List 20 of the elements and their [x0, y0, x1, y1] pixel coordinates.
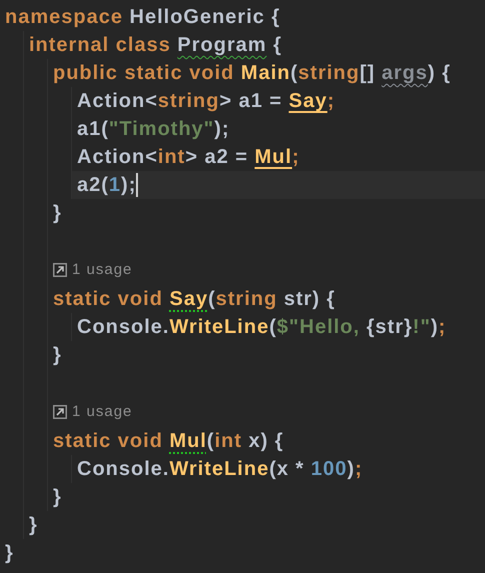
code-line: } — [52, 485, 63, 510]
usage-count-link[interactable]: 1 usage — [72, 400, 132, 424]
code-line: Action<int> a2 = Mul; — [76, 145, 301, 170]
text-caret — [136, 173, 138, 197]
jump-arrow-icon — [53, 263, 67, 277]
code-line: } — [52, 343, 63, 368]
code-line: namespace HelloGeneric { — [4, 5, 282, 30]
usage-count-link[interactable]: 1 usage — [72, 258, 132, 282]
code-line: Console.WriteLine(x * 100); — [76, 457, 364, 482]
code-line: internal class Program { — [28, 33, 283, 58]
code-line: Action<string> a1 = Say; — [76, 89, 336, 114]
code-line: } — [28, 513, 39, 538]
code-line: static void Mul(int x) { — [52, 429, 285, 454]
code-line: Console.WriteLine($"Hello, {str}!"); — [76, 315, 448, 340]
code-line: a1("Timothy"); — [76, 117, 231, 142]
code-line: static void Say(string str) { — [52, 287, 336, 312]
code-line: } — [4, 541, 15, 566]
jump-arrow-icon — [53, 405, 67, 419]
code-line: } — [52, 201, 63, 226]
code-line: public static void Main(string[] args) { — [52, 61, 452, 86]
